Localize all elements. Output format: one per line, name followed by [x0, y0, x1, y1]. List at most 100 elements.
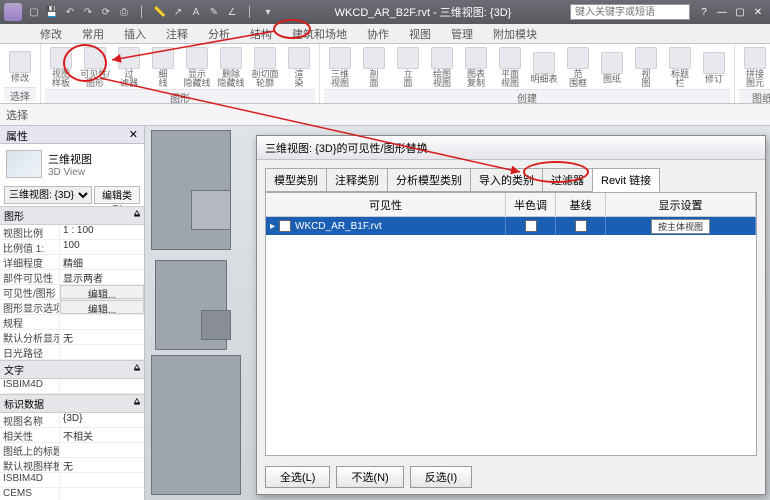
qat-print-icon[interactable]: ⎙ — [116, 4, 132, 20]
property-row[interactable]: 部件可见性显示两者 — [0, 270, 144, 285]
property-row[interactable]: 视图比例1 : 100 — [0, 225, 144, 240]
property-category[interactable]: 标识数据⩠ — [0, 394, 144, 413]
ribbon-button[interactable]: 视图样板 — [45, 46, 77, 89]
ribbon-button[interactable]: 剖面 — [358, 46, 390, 89]
link-row[interactable]: ▸ WKCD_AR_B1F.rvt 按主体视图 — [266, 217, 756, 235]
property-edit-button[interactable]: 编辑... — [60, 300, 144, 314]
menu-tab[interactable]: 常用 — [72, 24, 114, 43]
dialog-tab[interactable]: 过滤器 — [542, 168, 593, 192]
property-row[interactable]: 图纸上的标题 — [0, 443, 144, 458]
app-icon[interactable] — [4, 3, 22, 21]
visibility-checkbox[interactable] — [279, 220, 291, 232]
ribbon-button[interactable]: 修订 — [698, 51, 730, 85]
ribbon-button[interactable]: 渲染 — [283, 46, 315, 89]
property-value[interactable]: 无 — [60, 458, 144, 472]
qat-dropdown-icon[interactable]: ▾ — [260, 4, 276, 20]
ribbon-button[interactable]: 剖切面轮廓 — [249, 46, 281, 89]
menu-tab[interactable]: 视图 — [399, 24, 441, 43]
property-row[interactable]: 默认分析显示无 — [0, 330, 144, 345]
property-value[interactable]: 1 : 100 — [60, 225, 144, 239]
menu-tab[interactable]: 修改 — [30, 24, 72, 43]
property-row[interactable]: 详细程度精细 — [0, 255, 144, 270]
property-row[interactable]: 日光路径 — [0, 345, 144, 360]
qat-save-icon[interactable]: 💾 — [44, 4, 60, 20]
dialog-tab[interactable]: 导入的类别 — [470, 168, 543, 192]
property-value[interactable]: 显示两者 — [60, 270, 144, 284]
property-row[interactable]: ISBIM4D — [0, 473, 144, 488]
ribbon-button[interactable]: 明细表 — [528, 51, 560, 85]
ribbon-button[interactable]: 显示隐藏线 — [181, 46, 213, 89]
ribbon-button[interactable]: 标题栏 — [664, 46, 696, 89]
property-category[interactable]: 文字⩠ — [0, 360, 144, 379]
close-icon[interactable]: ✕ — [750, 5, 766, 19]
qat-undo-icon[interactable]: ↶ — [62, 4, 78, 20]
menu-tab[interactable]: 协作 — [357, 24, 399, 43]
minimize-icon[interactable]: — — [714, 5, 730, 19]
ribbon-button[interactable]: 过滤器 — [113, 46, 145, 89]
dialog-tab[interactable]: Revit 链接 — [592, 168, 660, 192]
ribbon-button[interactable]: 立面 — [392, 46, 424, 89]
ribbon-button[interactable]: 绘图视图 — [426, 46, 458, 89]
dialog-tab[interactable]: 注释类别 — [326, 168, 388, 192]
qat-redo-icon[interactable]: ↷ — [80, 4, 96, 20]
property-value[interactable] — [60, 345, 144, 359]
dialog-tab[interactable]: 模型类别 — [265, 168, 327, 192]
qat-sync-icon[interactable]: ⟳ — [98, 4, 114, 20]
menu-tab[interactable]: 分析 — [198, 24, 240, 43]
property-row[interactable]: 默认视图样板无 — [0, 458, 144, 473]
menu-tab[interactable]: 注释 — [156, 24, 198, 43]
ribbon-button[interactable]: 图纸 — [596, 51, 628, 85]
ribbon-button[interactable]: 删除隐藏线 — [215, 46, 247, 89]
property-value[interactable]: 精细 — [60, 255, 144, 269]
menu-tab[interactable]: 管理 — [441, 24, 483, 43]
qat-open-icon[interactable]: ▢ — [26, 4, 42, 20]
ribbon-button[interactable]: 三维视图 — [324, 46, 356, 89]
property-value[interactable]: 无 — [60, 330, 144, 344]
property-value[interactable] — [60, 473, 144, 487]
close-panel-icon[interactable]: ✕ — [129, 128, 138, 141]
property-row[interactable]: 相关性不相关 — [0, 428, 144, 443]
property-row[interactable]: 规程 — [0, 315, 144, 330]
qat-sample-icon[interactable]: ✎ — [206, 4, 222, 20]
edit-type-button[interactable]: 编辑类型 — [94, 186, 140, 204]
property-value[interactable]: {3D} — [60, 413, 144, 427]
maximize-icon[interactable]: ▢ — [732, 5, 748, 19]
property-value[interactable] — [60, 315, 144, 329]
ribbon-button[interactable]: 范围框 — [562, 46, 594, 89]
dialog-tab[interactable]: 分析模型类别 — [387, 168, 471, 192]
menu-tab[interactable]: 建筑和场地 — [282, 24, 357, 43]
property-value[interactable]: 不相关 — [60, 428, 144, 442]
type-selector[interactable]: 三维视图: {3D} — [4, 186, 92, 204]
ribbon-button[interactable]: 视图 — [630, 46, 662, 89]
property-row[interactable]: CEMS — [0, 488, 144, 500]
qat-angle-icon[interactable]: ∠ — [224, 4, 240, 20]
menu-tab[interactable]: 附加模块 — [483, 24, 547, 43]
property-value[interactable] — [60, 488, 144, 500]
ribbon-button[interactable]: 拼接图元 — [739, 46, 770, 89]
select-all-button[interactable]: 全选(L) — [265, 466, 330, 488]
select-none-button[interactable]: 不选(N) — [336, 466, 403, 488]
property-row[interactable]: 视图名称{3D} — [0, 413, 144, 428]
display-settings-button[interactable]: 按主体视图 — [651, 219, 710, 234]
property-category[interactable]: 图形⩠ — [0, 206, 144, 225]
property-row[interactable]: 可见性/图形编辑... — [0, 285, 144, 300]
search-input[interactable] — [570, 4, 690, 20]
property-row[interactable]: ISBIM4D — [0, 379, 144, 394]
property-row[interactable]: 比例值 1:100 — [0, 240, 144, 255]
qat-text-icon[interactable]: A — [188, 4, 204, 20]
ribbon-button[interactable]: 平面视图 — [494, 46, 526, 89]
property-value[interactable] — [60, 379, 144, 393]
halftone-checkbox[interactable] — [525, 220, 537, 232]
menu-tab[interactable]: 插入 — [114, 24, 156, 43]
property-value[interactable]: 100 — [60, 240, 144, 254]
invert-selection-button[interactable]: 反选(I) — [410, 466, 472, 488]
ribbon-button[interactable]: 细线 — [147, 46, 179, 89]
property-edit-button[interactable]: 编辑... — [60, 285, 144, 299]
ribbon-button[interactable]: 可见性/图形 — [79, 46, 111, 89]
underlay-checkbox[interactable] — [575, 220, 587, 232]
qat-measure-icon[interactable]: 📏 — [152, 4, 168, 20]
menu-tab[interactable]: 结构 — [240, 24, 282, 43]
ribbon-button[interactable]: 图表复制 — [460, 46, 492, 89]
property-row[interactable]: 图形显示选项编辑... — [0, 300, 144, 315]
ribbon-button[interactable]: 修改 — [4, 50, 36, 84]
